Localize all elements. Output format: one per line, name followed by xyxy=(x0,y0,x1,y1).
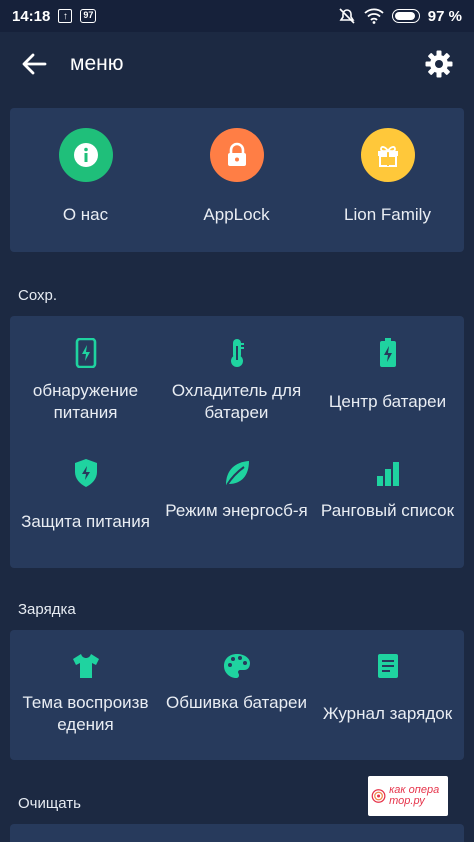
status-bar: 14:18 ↑ 97 97 % xyxy=(0,0,474,32)
clean-card xyxy=(10,824,464,842)
thermometer-icon xyxy=(230,339,244,367)
about-label: О нас xyxy=(62,205,109,224)
shirt-icon xyxy=(72,654,99,678)
leaf-icon xyxy=(225,461,249,486)
charging-log-tile[interactable]: Журнал зарядок xyxy=(312,652,463,725)
lion-family-tile[interactable]: Lion Family xyxy=(312,128,463,226)
applock-tile[interactable]: AppLock xyxy=(161,128,312,226)
bar-chart-icon xyxy=(376,462,399,486)
status-time: 14:18 xyxy=(12,7,51,25)
charging-card: Тема воспроизв едения Обшивка батареи Жу… xyxy=(10,630,464,760)
battery-skin-label: Обшивка батареи xyxy=(166,693,307,712)
battery-cooler-label: Охладитель для батареи xyxy=(171,381,302,422)
charging-log-label: Журнал зарядок xyxy=(322,704,453,723)
save-card: обнаружение питания Охладитель для батар… xyxy=(10,316,464,568)
section-title-charging: Зарядка xyxy=(18,601,76,618)
section-title-clean: Очищать xyxy=(18,795,81,812)
top-card: О нас AppLock Lion Family xyxy=(10,108,464,252)
info-icon xyxy=(58,128,113,182)
battery-icon xyxy=(379,338,396,367)
battery-skin-tile[interactable]: Обшивка батареи xyxy=(161,652,312,714)
battery-indicator-icon xyxy=(391,9,420,23)
watermark-text: как опера тор.ру xyxy=(389,784,440,807)
power-detection-label: обнаружение питания xyxy=(32,381,139,422)
rank-list-tile[interactable]: Ранговый список xyxy=(312,458,463,522)
applock-label: AppLock xyxy=(203,205,270,224)
playback-theme-label: Тема воспроизв едения xyxy=(22,693,149,734)
lion-family-label: Lion Family xyxy=(344,205,431,224)
battery-center-label: Центр батареи xyxy=(328,392,447,411)
mute-icon xyxy=(339,8,355,24)
battery-cooler-tile[interactable]: Охладитель для батареи xyxy=(161,338,312,424)
power-saving-tile[interactable]: Режим энергосб-я xyxy=(161,458,312,522)
upload-icon: ↑ xyxy=(58,9,73,23)
notification-badge: 97 xyxy=(80,9,97,23)
battery-percent: 97 % xyxy=(427,7,462,25)
battery-center-tile[interactable]: Центр батареи xyxy=(312,338,463,413)
power-detection-tile[interactable]: обнаружение питания xyxy=(10,338,161,424)
wifi-icon xyxy=(364,8,384,24)
palette-icon xyxy=(223,654,250,678)
playback-theme-tile[interactable]: Тема воспроизв едения xyxy=(10,652,161,736)
section-title-save: Сохр. xyxy=(18,287,58,304)
shield-icon xyxy=(74,459,97,487)
log-icon xyxy=(377,654,398,678)
page-title: меню xyxy=(70,52,124,75)
power-protection-tile[interactable]: Защита питания xyxy=(10,458,161,533)
power-saving-label: Режим энергосб-я xyxy=(165,501,308,520)
app-bar: меню xyxy=(0,32,474,96)
lock-icon xyxy=(209,128,264,182)
power-protection-label: Защита питания xyxy=(21,512,150,531)
rank-list-label: Ранговый список xyxy=(320,501,455,520)
gift-icon xyxy=(360,128,415,182)
phone-charging-icon xyxy=(75,338,96,368)
about-tile[interactable]: О нас xyxy=(10,128,161,226)
back-arrow-icon[interactable] xyxy=(20,50,48,78)
operator-logo-icon xyxy=(371,789,386,803)
watermark-logo: как опера тор.ру xyxy=(368,776,448,816)
gear-icon[interactable] xyxy=(424,49,454,79)
